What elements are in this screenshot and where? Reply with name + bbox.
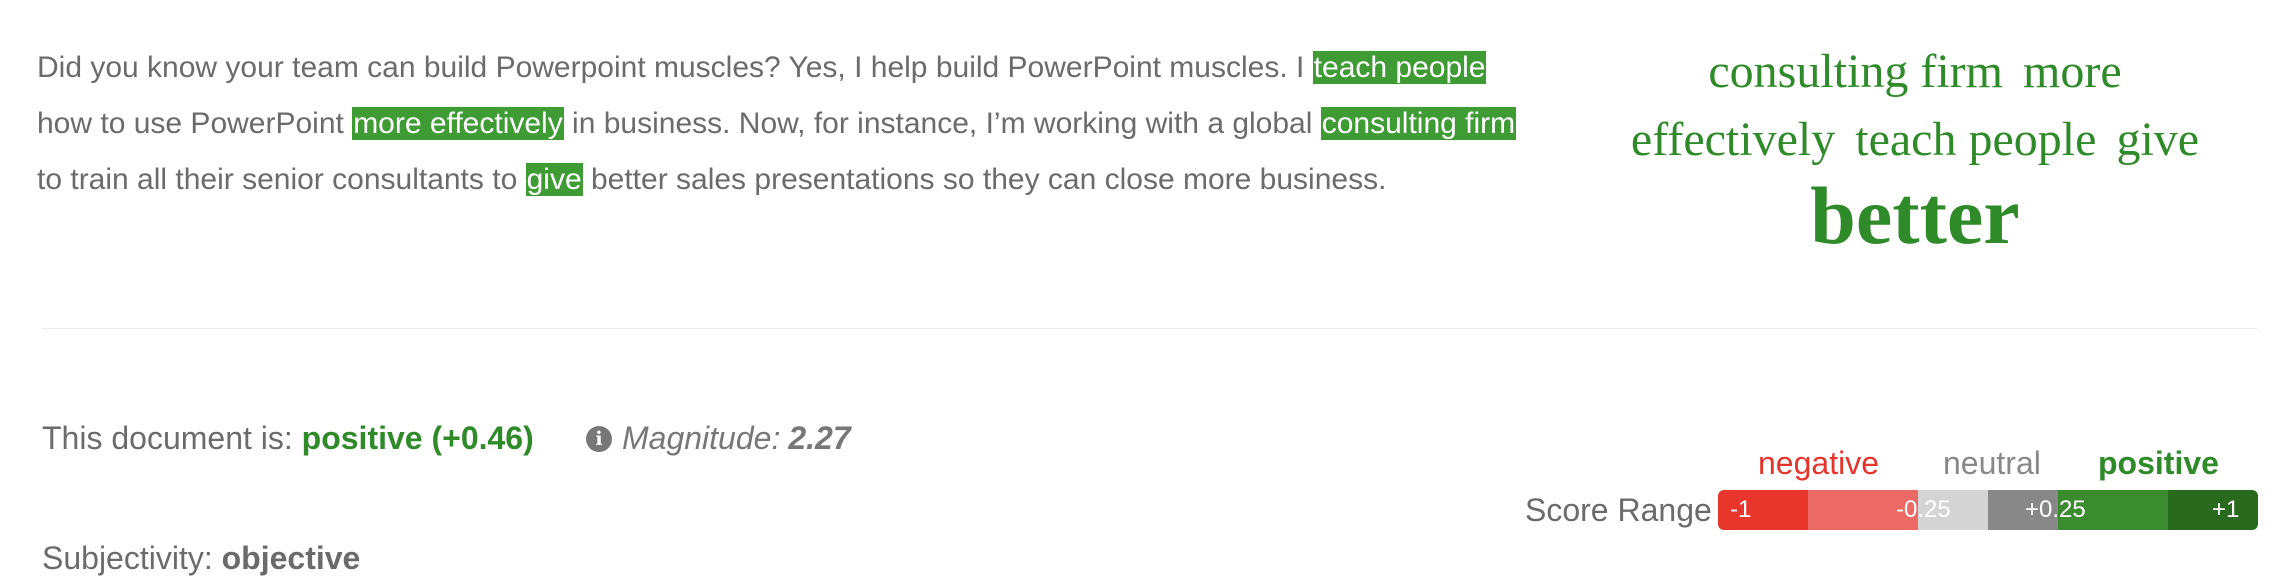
label-neutral: neutral	[1943, 445, 2041, 481]
document-sentiment: This document is: positive (+0.46)	[42, 420, 534, 457]
sentiment-word: positive	[301, 420, 423, 456]
magnitude: i Magnitude: 2.27	[586, 420, 851, 457]
highlight-teach-people: teach people	[1312, 51, 1487, 84]
cloud-line: better	[1590, 174, 2240, 258]
cloud-word-effectively: effectively	[1630, 113, 1836, 166]
cloud-word-give: give	[2116, 113, 2200, 166]
subjectivity-label: Subjectivity:	[42, 540, 213, 576]
score-range-labels: negative neutral positive	[1718, 445, 2268, 485]
text-segment: how to use PowerPoint	[37, 107, 353, 140]
tick-label: -0.25	[1896, 496, 1951, 523]
text-segment: to train all their senior consultants to	[37, 163, 526, 196]
highlight-more-effectively: more effectively	[352, 107, 564, 140]
cloud-line: effectively teach people give	[1590, 106, 2240, 174]
cloud-word-consulting-firm: consulting firm	[1708, 45, 2003, 98]
section-divider	[42, 328, 2258, 329]
highlight-consulting-firm: consulting firm	[1320, 107, 1517, 140]
cloud-line: consulting firm more	[1590, 38, 2240, 106]
sentiment-score: positive (+0.46)	[302, 420, 534, 456]
magnitude-label: Magnitude:	[622, 420, 781, 456]
tick-label: +0.25	[2025, 496, 2086, 523]
document-sentiment-label: This document is:	[42, 420, 302, 456]
text-segment: Did you know your team can build Powerpo…	[37, 51, 1313, 84]
analyzed-text: Did you know your team can build Powerpo…	[37, 40, 1517, 208]
label-positive: positive	[2098, 445, 2219, 481]
tick-label: +1	[2212, 496, 2240, 523]
highlight-give: give	[525, 163, 583, 196]
sentiment-value: (+0.46)	[431, 420, 534, 456]
tick-label: -1	[1730, 496, 1752, 523]
magnitude-value: 2.27	[788, 420, 851, 456]
label-negative: negative	[1758, 445, 1879, 481]
text-segment: in business. Now, for instance, I’m work…	[563, 107, 1321, 140]
score-range-title: Score Range	[1525, 492, 1712, 528]
cloud-word-more: more	[2023, 45, 2122, 98]
cloud-word-teach-people: teach people	[1855, 113, 2097, 166]
text-segment: better sales presentations so they can c…	[582, 163, 1387, 196]
info-icon[interactable]: i	[586, 425, 612, 452]
subjectivity-value: objective	[221, 540, 361, 576]
cloud-word-better: better	[1810, 170, 2020, 261]
score-range-bar	[1718, 490, 2258, 530]
subjectivity: Subjectivity: objective	[42, 540, 360, 577]
word-cloud: consulting firm more effectively teach peo…	[1590, 38, 2240, 258]
